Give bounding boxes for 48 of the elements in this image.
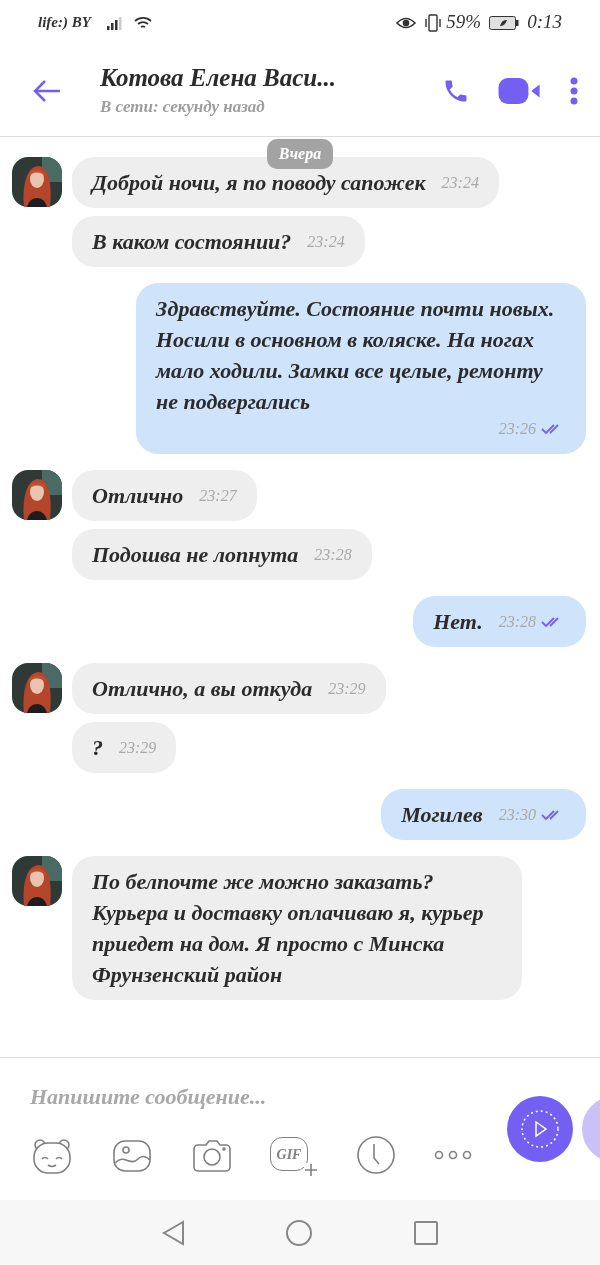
message-time: 23:26: [498, 419, 536, 439]
nav-back-button[interactable]: [161, 1219, 185, 1246]
message-time: 23:28: [498, 612, 536, 632]
message-text: Доброй ночи, я по поводу сапожек: [92, 169, 426, 197]
message-text: Могилев: [401, 801, 483, 829]
battery-icon: [489, 15, 520, 30]
message-time: 23:27: [199, 486, 237, 506]
message-text: Отлично, а вы откуда: [92, 675, 313, 703]
back-arrow-icon: [32, 78, 62, 103]
wifi-icon: [132, 14, 153, 31]
carrier-label: life:) BY: [38, 13, 91, 33]
contact-status: В сети: секунду назад: [100, 95, 266, 118]
message-text: Подошва не лопнута: [92, 541, 299, 569]
message-text: Отлично: [92, 482, 184, 510]
message-text: По белпочте же можно заказать? Курьера и доставку оплачиваю я, курьер приедет на дом. Я просто с Минска Фрунзенский район: [92, 868, 485, 989]
clock-time: 0:13: [527, 10, 562, 35]
more-icon: [434, 1150, 472, 1160]
video-camera-icon: [498, 76, 542, 105]
message-text: ?: [92, 734, 103, 762]
message-text: Нет.: [433, 608, 483, 636]
message-time: 23:24: [307, 232, 345, 252]
triangle-back-icon: [161, 1219, 185, 1246]
square-recent-icon: [413, 1219, 439, 1246]
message-time: 23:29: [328, 679, 366, 699]
message-text: Здравствуйте. Состояние почти новых. Носили в основном в коляске. На ногах мало ходили. Замки все целые, ремонту не подвергались: [156, 295, 556, 416]
message-time: 23:29: [119, 738, 157, 758]
contact-name: Котова Елена Васи...: [100, 62, 337, 93]
battery-percent: 59%: [446, 10, 482, 35]
date-label: Вчера: [266, 139, 334, 169]
signal-icon: [106, 15, 125, 30]
more-button[interactable]: [434, 1150, 472, 1160]
vertical-dots-icon: [570, 76, 578, 105]
play-icon: [520, 1109, 560, 1149]
nav-recent-button[interactable]: [413, 1219, 439, 1246]
video-call-button[interactable]: [498, 76, 542, 105]
message-input[interactable]: Напишите сообщение...: [30, 1080, 490, 1113]
message-time: 23:24: [441, 173, 479, 193]
vibrate-icon: [424, 13, 443, 32]
gif-label: GIF: [276, 1145, 302, 1164]
circle-home-icon: [285, 1218, 313, 1247]
message-text: В каком состоянии?: [92, 228, 292, 256]
message-time: 23:30: [498, 805, 536, 825]
timer-button[interactable]: [354, 1133, 398, 1177]
eye-icon: [396, 15, 417, 30]
nav-home-button[interactable]: [285, 1218, 313, 1247]
message-time: 23:28: [314, 545, 352, 565]
clock-icon: [354, 1133, 398, 1177]
more-options-button[interactable]: [570, 76, 578, 105]
